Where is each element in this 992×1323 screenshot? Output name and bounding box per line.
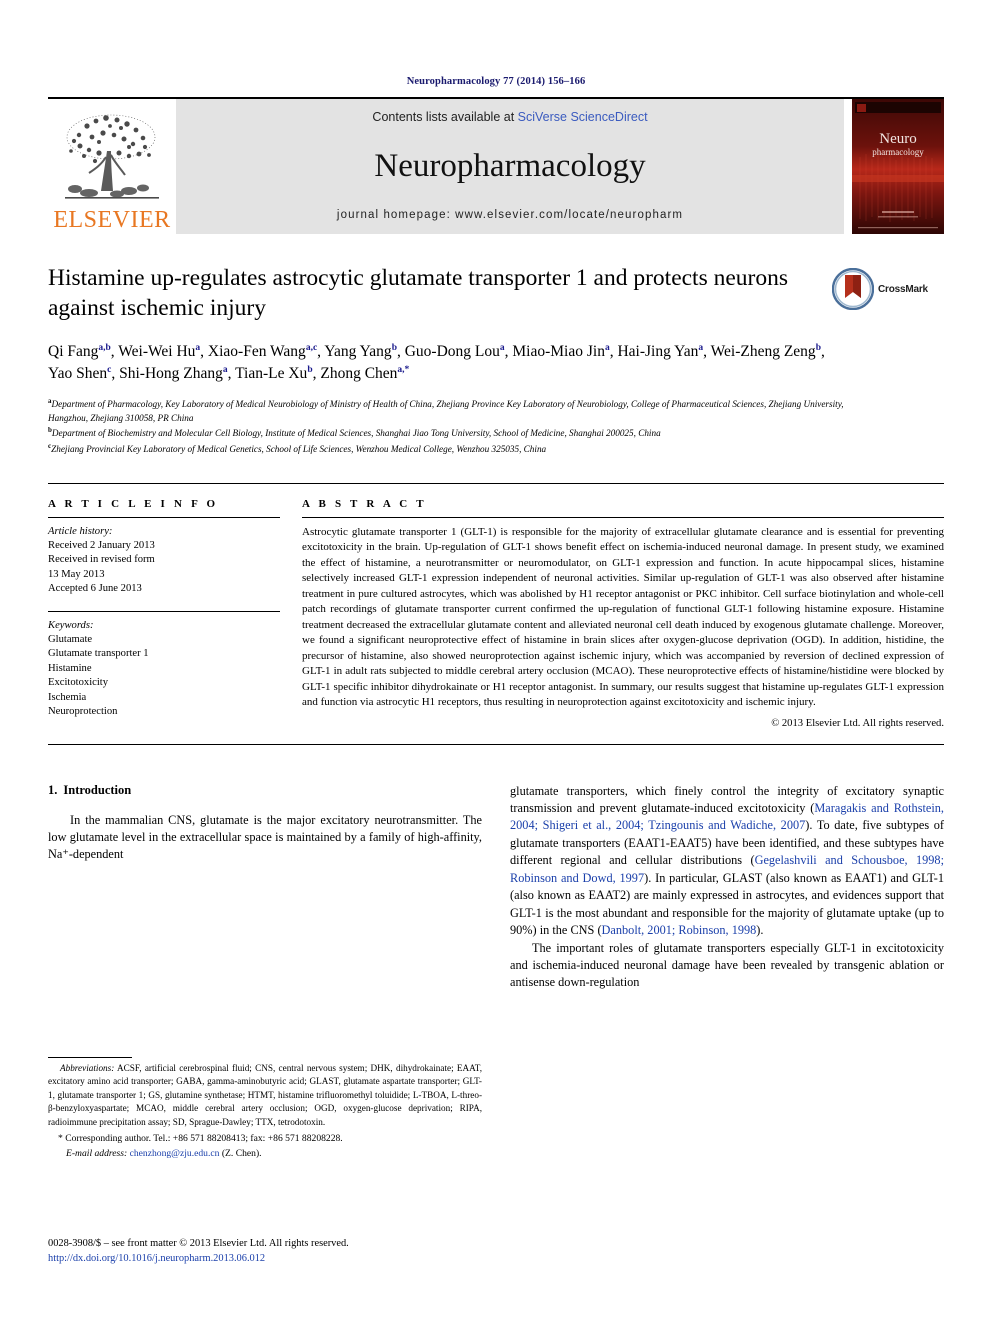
email-footnote: E-mail address: chenzhong@zju.edu.cn (Z.… bbox=[48, 1147, 482, 1161]
left-column: 1. Introduction In the mammalian CNS, glu… bbox=[48, 783, 482, 992]
email-suffix: (Z. Chen). bbox=[219, 1147, 262, 1159]
elsevier-tree-icon bbox=[65, 114, 159, 199]
article-history-group: Article history: Received 2 January 2013… bbox=[48, 525, 280, 597]
history-item: Received in revised form bbox=[48, 554, 155, 566]
issn-copyright-line: 0028-3908/$ – see front matter © 2013 El… bbox=[48, 1238, 349, 1249]
affiliation-c: cZhejiang Provincial Key Laboratory of M… bbox=[48, 441, 878, 457]
body-columns: 1. Introduction In the mammalian CNS, glu… bbox=[48, 783, 944, 992]
svg-text:Neuro: Neuro bbox=[879, 131, 917, 147]
affiliation-text-c: Zhejiang Provincial Key Laboratory of Me… bbox=[51, 444, 547, 455]
abbreviations-label: Abbreviations: bbox=[60, 1063, 115, 1073]
keyword-item: Ischemia bbox=[48, 691, 87, 703]
affiliation-a: aDepartment of Pharmacology, Key Laborat… bbox=[48, 396, 878, 425]
svg-text:pharmacology: pharmacology bbox=[872, 147, 924, 157]
contents-prefix: Contents lists available at bbox=[372, 110, 518, 124]
abstract-text: Astrocytic glutamate transporter 1 (GLT-… bbox=[302, 525, 944, 709]
contents-available-line: Contents lists available at SciVerse Sci… bbox=[372, 110, 647, 124]
keywords-rule bbox=[48, 610, 280, 612]
author-list: Qi Fanga,b, Wei-Wei Hua, Xiao-Fen Wanga,… bbox=[48, 342, 825, 382]
abstract-column: A B S T R A C T Astrocytic glutamate tra… bbox=[302, 498, 944, 734]
section-number: 1. bbox=[48, 782, 58, 797]
abbreviations-footnote: Abbreviations: ACSF, artificial cerebros… bbox=[48, 1062, 482, 1129]
crossmark-label: CrossMark bbox=[878, 283, 928, 295]
elsevier-logo: ELSEVIER bbox=[48, 99, 176, 234]
page-footer: 0028-3908/$ – see front matter © 2013 El… bbox=[48, 1237, 648, 1267]
title-block: Histamine up-regulates astrocytic glutam… bbox=[48, 264, 944, 324]
affiliation-list: aDepartment of Pharmacology, Key Laborat… bbox=[48, 396, 878, 457]
abstract-copyright: © 2013 Elsevier Ltd. All rights reserved… bbox=[771, 717, 944, 729]
section-title: Introduction bbox=[63, 782, 132, 797]
history-item: Accepted 6 June 2013 bbox=[48, 583, 142, 595]
article-info-column: A R T I C L E I N F O Article history: R… bbox=[48, 498, 302, 734]
journal-title: Neuropharmacology bbox=[374, 148, 646, 184]
abstract-rule bbox=[302, 516, 944, 518]
journal-article-page: Neuropharmacology 77 (2014) 156–166 ELSE… bbox=[0, 0, 992, 1323]
keyword-item: Histamine bbox=[48, 662, 92, 674]
keyword-item: Neuroprotection bbox=[48, 706, 118, 718]
right-p1-part4: ). bbox=[756, 923, 764, 938]
footnotes-block: Abbreviations: ACSF, artificial cerebros… bbox=[48, 1057, 482, 1161]
email-link[interactable]: chenzhong@zju.edu.cn bbox=[130, 1148, 220, 1159]
keyword-item: Excitotoxicity bbox=[48, 677, 109, 689]
keywords-label: Keywords: bbox=[48, 619, 94, 631]
journal-homepage-line[interactable]: journal homepage: www.elsevier.com/locat… bbox=[337, 209, 683, 221]
crossmark-badge[interactable]: CrossMark bbox=[832, 266, 944, 312]
keyword-item: Glutamate bbox=[48, 634, 93, 646]
doi-link[interactable]: http://dx.doi.org/10.1016/j.neuropharm.2… bbox=[48, 1252, 648, 1267]
article-title: Histamine up-regulates astrocytic glutam… bbox=[48, 265, 789, 321]
affiliation-text-b: Department of Biochemistry and Molecular… bbox=[51, 428, 661, 439]
elsevier-wordmark: ELSEVIER bbox=[53, 207, 171, 233]
right-column: glutamate transporters, which finely con… bbox=[510, 783, 944, 992]
journal-masthead: ELSEVIER Contents lists available at Sci… bbox=[48, 97, 944, 234]
keyword-item: Glutamate transporter 1 bbox=[48, 648, 149, 660]
intro-paragraph-right-1: glutamate transporters, which finely con… bbox=[510, 783, 944, 940]
article-info-heading: A R T I C L E I N F O bbox=[48, 497, 219, 510]
introduction-heading: 1. Introduction bbox=[48, 783, 482, 798]
info-abstract-panel: A R T I C L E I N F O Article history: R… bbox=[48, 482, 944, 745]
email-label: E-mail address: bbox=[66, 1147, 128, 1159]
citation-3[interactable]: Danbolt, 2001; Robinson, 1998 bbox=[602, 923, 757, 937]
history-item: 13 May 2013 bbox=[48, 568, 105, 580]
sciencedirect-link[interactable]: SciVerse ScienceDirect bbox=[518, 110, 648, 124]
article-info-rule bbox=[48, 516, 280, 518]
footnote-separator bbox=[48, 1057, 132, 1058]
abstract-heading: A B S T R A C T bbox=[302, 497, 427, 510]
intro-paragraph-left: In the mammalian CNS, glutamate is the m… bbox=[48, 812, 482, 862]
journal-cover-thumbnail: Neuro pharmacology bbox=[852, 99, 944, 234]
affiliation-text-a: Department of Pharmacology, Key Laborato… bbox=[48, 399, 844, 423]
intro-paragraph-right-2: The important roles of glutamate transpo… bbox=[510, 940, 944, 990]
crossmark-icon bbox=[832, 268, 874, 310]
article-history-label: Article history: bbox=[48, 525, 113, 537]
keywords-group: Keywords: Glutamate Glutamate transporte… bbox=[48, 619, 280, 720]
running-head: Neuropharmacology 77 (2014) 156–166 bbox=[406, 76, 586, 87]
history-item: Received 2 January 2013 bbox=[48, 540, 155, 552]
corresponding-author-footnote: * Corresponding author. Tel.: +86 571 88… bbox=[58, 1133, 343, 1145]
affiliation-b: bDepartment of Biochemistry and Molecula… bbox=[48, 425, 878, 441]
abbreviations-text: ACSF, artificial cerebrospinal fluid; CN… bbox=[48, 1063, 482, 1127]
cover-image: Neuro pharmacology bbox=[852, 99, 944, 234]
journal-band: Contents lists available at SciVerse Sci… bbox=[176, 99, 844, 234]
